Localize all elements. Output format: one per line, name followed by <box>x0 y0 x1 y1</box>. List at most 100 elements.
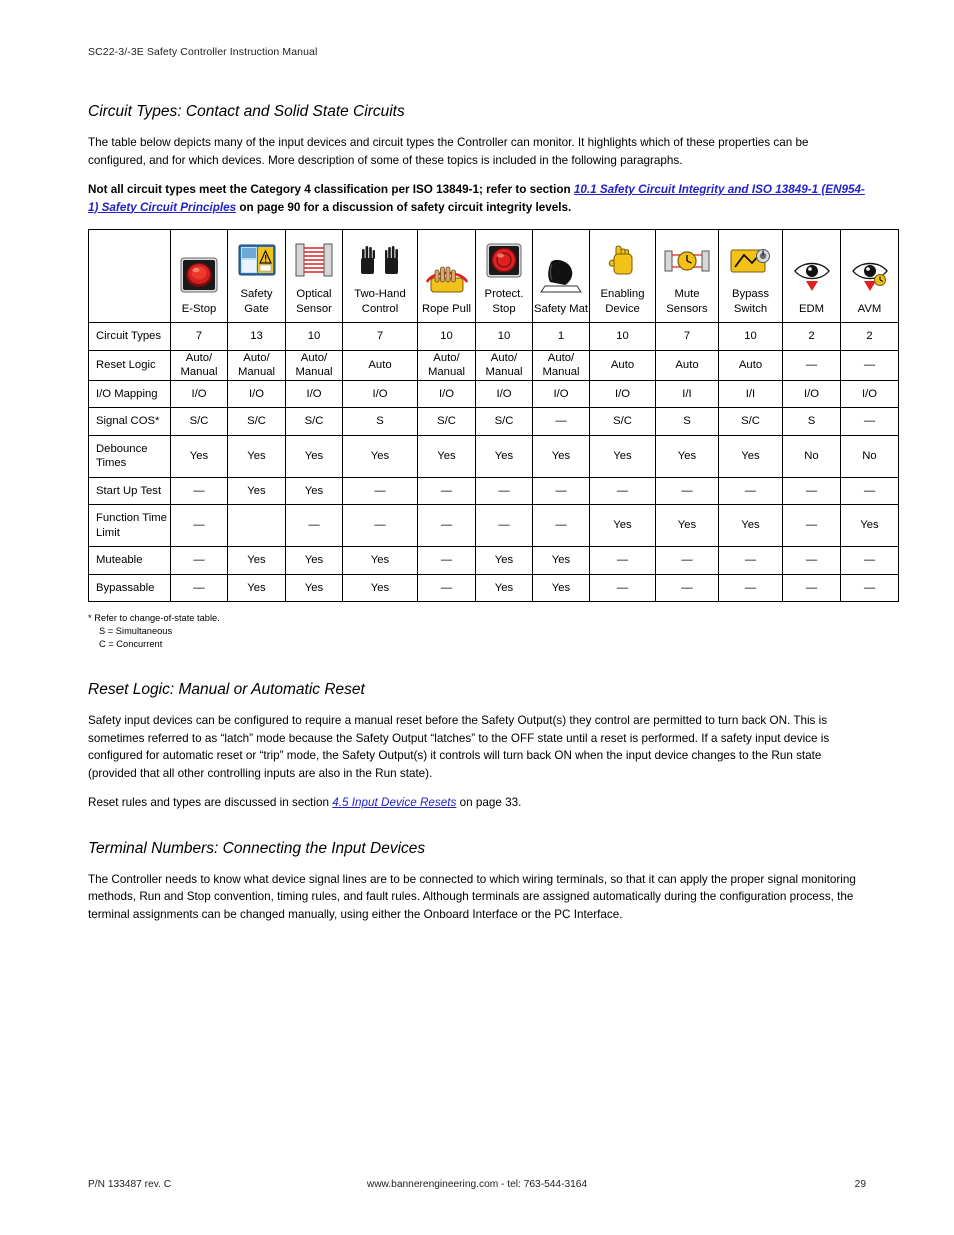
col-header-rope-pull: Rope Pull <box>417 229 476 323</box>
cell: — <box>417 573 476 602</box>
cell: Yes <box>285 546 343 575</box>
col-header-edm: EDM <box>782 229 841 323</box>
footer-website: www.bannerengineering.com - tel: 763-544… <box>366 1179 588 1190</box>
cell: — <box>782 504 841 547</box>
table-header-row: E-Stop Safety Gate Optical Sensor Two-Ha… <box>88 229 899 323</box>
table-row: Reset Logic Auto/ Manual Auto/ Manual Au… <box>88 349 899 381</box>
table-footnotes: * Refer to change-of-state table. S = Si… <box>88 612 866 651</box>
cell: Yes <box>655 434 719 478</box>
cell: — <box>285 504 343 547</box>
cell: Yes <box>475 434 533 478</box>
cell: I/I <box>718 379 783 408</box>
page: SC22-3/-3E Safety Controller Instruction… <box>0 0 954 1235</box>
col-header-optical-sensor: Optical Sensor <box>285 229 343 323</box>
cell: Auto <box>718 349 783 381</box>
cell: — <box>840 573 899 602</box>
cell: I/O <box>475 379 533 408</box>
cell: Yes <box>342 434 418 478</box>
section-title-terminal-numbers: Terminal Numbers: Connecting the Input D… <box>88 839 426 857</box>
cell: — <box>718 546 783 575</box>
row-label-io-mapping: I/O Mapping <box>88 379 171 408</box>
row-label-function-time-limit: Function Time Limit <box>88 504 171 547</box>
cell: S/C <box>227 407 286 436</box>
cell: Auto <box>342 349 418 381</box>
table-row: Start Up Test — Yes Yes — — — — — — — — … <box>88 476 899 505</box>
safety-mat-icon <box>539 252 583 300</box>
table-row: Signal COS* S/C S/C S/C S S/C S/C — S/C … <box>88 407 899 436</box>
cell: — <box>170 476 228 505</box>
circuit-types-paragraph: The table below depicts many of the inpu… <box>88 136 809 167</box>
cell: Auto/ Manual <box>227 349 286 381</box>
cell: — <box>170 504 228 547</box>
circuit-types-table: E-Stop Safety Gate Optical Sensor Two-Ha… <box>88 229 899 602</box>
footnote-concurrent: C = Concurrent <box>99 639 163 649</box>
reset-logic-text-part2: on page 33. <box>456 796 522 809</box>
col-header-label: Optical Sensor <box>296 288 332 315</box>
cell: 10 <box>417 322 476 351</box>
cell: I/O <box>285 379 343 408</box>
note-text-part1: Not all circuit types meet the Category … <box>88 183 574 196</box>
cell: I/I <box>655 379 719 408</box>
reset-logic-paragraph-2: Reset rules and types are discussed in s… <box>88 794 866 812</box>
cell: — <box>170 546 228 575</box>
cell: — <box>840 407 899 436</box>
table-row: Function Time Limit — — — — — — Yes Yes … <box>88 504 899 547</box>
col-header-e-stop: E-Stop <box>170 229 228 323</box>
cell: Auto/ Manual <box>417 349 476 381</box>
footnote-cos: * Refer to change-of-state table. <box>88 613 220 623</box>
optical-sensor-icon <box>293 237 335 285</box>
cell: — <box>840 546 899 575</box>
cell <box>227 504 286 547</box>
safety-gate-icon <box>236 237 278 285</box>
link-input-device-resets[interactable]: 4.5 Input Device Resets <box>332 796 456 809</box>
cell: 7 <box>170 322 228 351</box>
cell: — <box>718 573 783 602</box>
cell: Yes <box>840 504 899 547</box>
cell: — <box>840 476 899 505</box>
circuit-types-note: Not all circuit types meet the Category … <box>88 181 866 216</box>
cell: Yes <box>342 573 418 602</box>
mute-sensors-icon <box>663 237 711 285</box>
cell: Yes <box>285 573 343 602</box>
col-header-safety-mat: Safety Mat <box>532 229 590 323</box>
col-header-label: E-Stop <box>181 302 217 315</box>
cell: Yes <box>589 434 656 478</box>
cell: Yes <box>227 546 286 575</box>
cell: — <box>718 476 783 505</box>
col-header-label: Mute Sensors <box>666 288 708 315</box>
cell: I/O <box>170 379 228 408</box>
col-header-label: Enabling Device <box>600 288 645 315</box>
cell: — <box>342 504 418 547</box>
cell: 10 <box>718 322 783 351</box>
col-header-label: AVM <box>857 302 882 315</box>
cell: Auto <box>589 349 656 381</box>
cell: Yes <box>475 573 533 602</box>
cell: I/O <box>782 379 841 408</box>
col-header-label: Protect. Stop <box>484 288 524 315</box>
cell: — <box>589 476 656 505</box>
cell: Yes <box>285 476 343 505</box>
table-row: Circuit Types 7 13 10 7 10 10 1 10 7 10 … <box>88 322 899 351</box>
cell: — <box>417 546 476 575</box>
table-row: Muteable — Yes Yes Yes — Yes Yes — — — —… <box>88 546 899 575</box>
edm-eye-icon <box>789 252 835 300</box>
note-text-part2: on page 90 for a discussion of safety ci… <box>236 200 572 214</box>
section-title-reset-logic: Reset Logic: Manual or Automatic Reset <box>88 681 365 698</box>
cell: S/C <box>475 407 533 436</box>
cell: S <box>655 407 719 436</box>
cell: 7 <box>342 322 418 351</box>
cell: — <box>655 546 719 575</box>
table-corner-cell <box>88 229 171 323</box>
footer-page-number: 29 <box>854 1179 866 1190</box>
col-header-enabling-device: Enabling Device <box>589 229 656 323</box>
col-header-label: Two-Hand Control <box>354 288 406 315</box>
table-row: I/O Mapping I/O I/O I/O I/O I/O I/O I/O … <box>88 379 899 408</box>
cell: — <box>655 573 719 602</box>
cell: Yes <box>227 573 286 602</box>
table-row: Bypassable — Yes Yes Yes — Yes Yes — — —… <box>88 573 899 602</box>
row-label-reset-logic: Reset Logic <box>88 349 171 381</box>
cell: 1 <box>532 322 590 351</box>
cell: Yes <box>532 546 590 575</box>
cell: — <box>342 476 418 505</box>
cell: S/C <box>170 407 228 436</box>
